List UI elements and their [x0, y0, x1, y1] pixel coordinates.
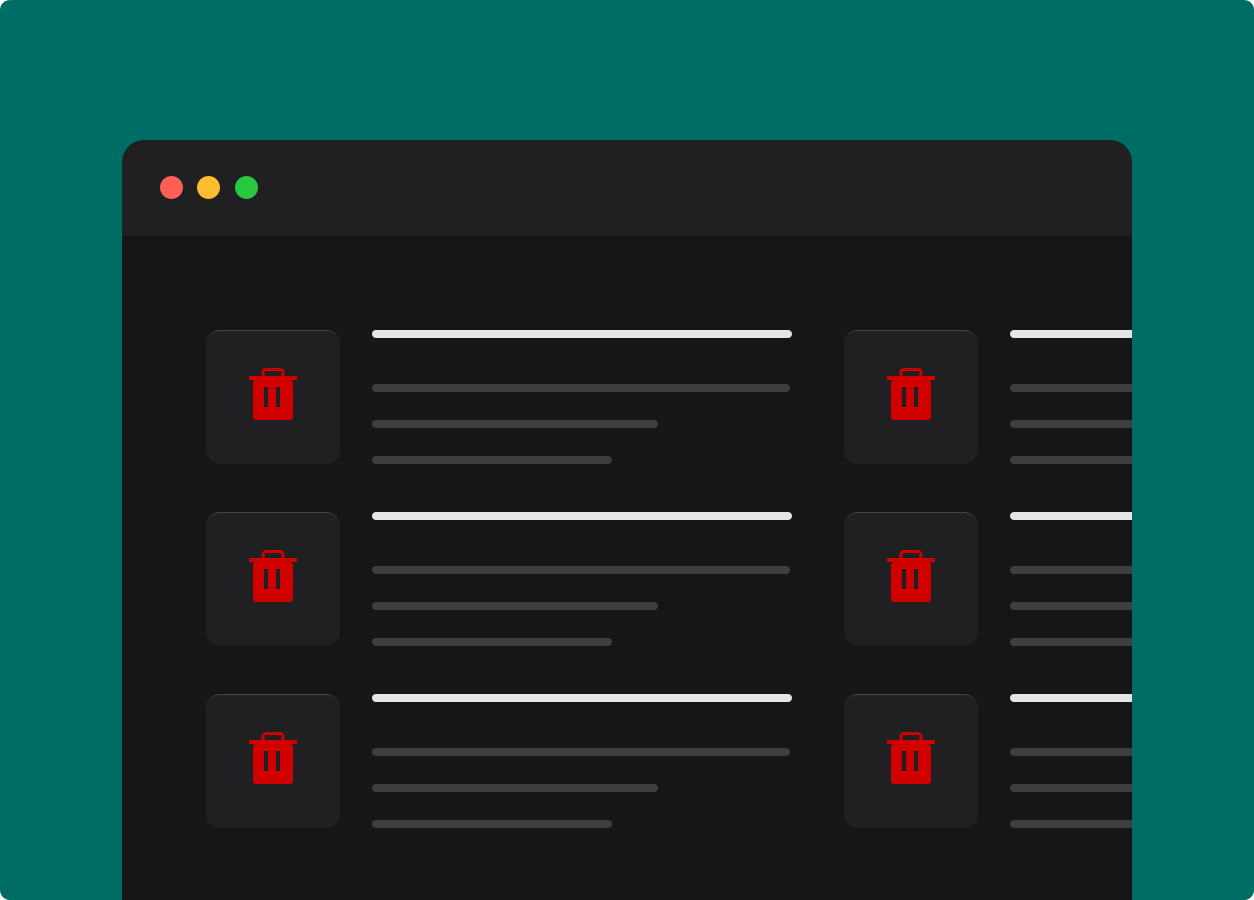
list-item[interactable] — [206, 512, 806, 646]
minimize-button[interactable] — [197, 176, 220, 199]
trash-icon — [887, 368, 935, 420]
list-item[interactable] — [206, 330, 806, 464]
delete-button[interactable] — [844, 512, 978, 646]
text-placeholder-line — [1010, 384, 1132, 392]
title-placeholder-line — [372, 694, 792, 702]
delete-button[interactable] — [206, 330, 340, 464]
title-placeholder-line — [372, 512, 792, 520]
text-placeholder-line — [372, 638, 612, 646]
zoom-button[interactable] — [235, 176, 258, 199]
text-placeholder-line — [1010, 602, 1132, 610]
delete-button[interactable] — [844, 330, 978, 464]
delete-button[interactable] — [206, 694, 340, 828]
text-placeholder-line — [372, 602, 658, 610]
list-item[interactable] — [844, 330, 1132, 464]
text-placeholder-line — [1010, 566, 1132, 574]
text-placeholder-line — [1010, 748, 1132, 756]
text-placeholder-line — [1010, 638, 1132, 646]
text-placeholder-line — [372, 384, 790, 392]
title-bar — [122, 140, 1132, 236]
trash-icon — [887, 732, 935, 784]
title-placeholder-line — [1010, 694, 1132, 702]
trash-icon — [249, 550, 297, 602]
title-placeholder-line — [372, 330, 792, 338]
text-placeholder-line — [372, 784, 658, 792]
trash-icon — [887, 550, 935, 602]
text-placeholder-line — [372, 420, 658, 428]
list-item[interactable] — [844, 512, 1132, 646]
list-item[interactable] — [844, 694, 1132, 828]
text-placeholder-line — [1010, 456, 1132, 464]
text-placeholder-line — [372, 748, 790, 756]
text-placeholder-line — [372, 456, 612, 464]
title-placeholder-line — [1010, 330, 1132, 338]
list-item[interactable] — [206, 694, 806, 828]
content-area — [122, 236, 1132, 900]
text-placeholder-line — [372, 820, 612, 828]
text-placeholder-line — [372, 566, 790, 574]
trash-icon — [249, 368, 297, 420]
text-placeholder-line — [1010, 784, 1132, 792]
title-placeholder-line — [1010, 512, 1132, 520]
trash-icon — [249, 732, 297, 784]
delete-button[interactable] — [206, 512, 340, 646]
desktop-background — [0, 0, 1254, 900]
text-placeholder-line — [1010, 420, 1132, 428]
close-button[interactable] — [160, 176, 183, 199]
delete-button[interactable] — [844, 694, 978, 828]
text-placeholder-line — [1010, 820, 1132, 828]
app-window — [122, 140, 1132, 900]
